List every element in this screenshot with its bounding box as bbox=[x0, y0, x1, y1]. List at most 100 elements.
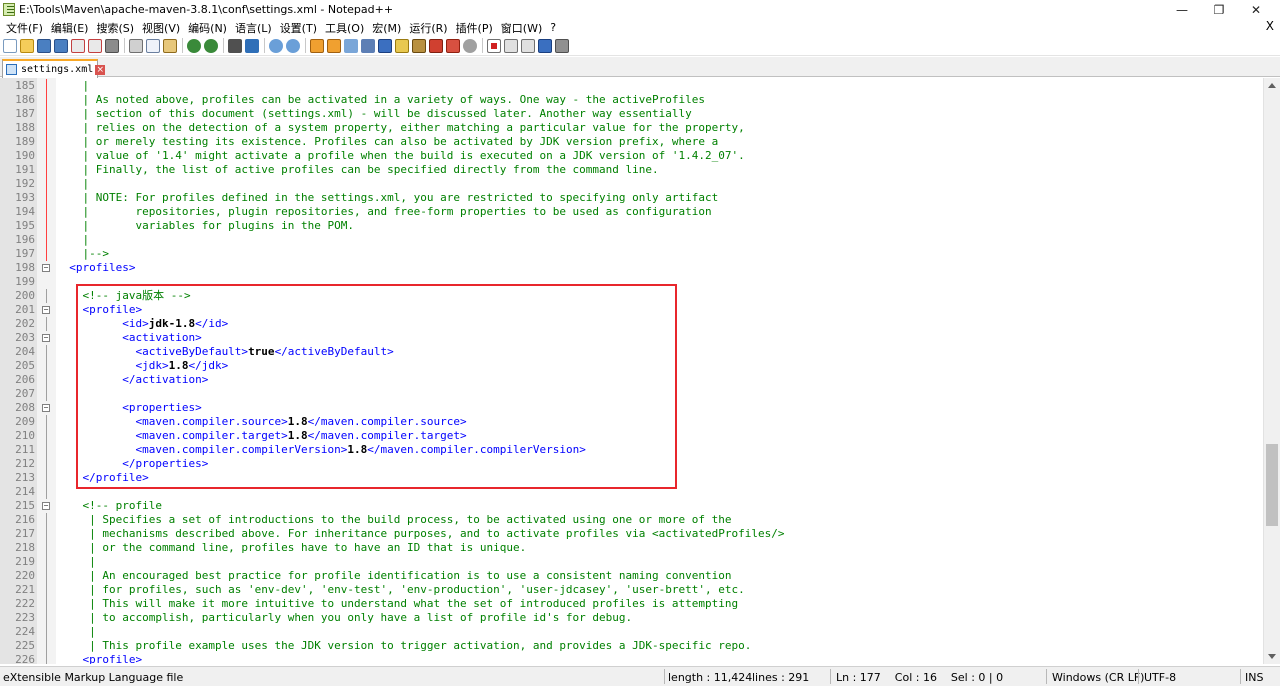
word-wrap-icon[interactable] bbox=[344, 38, 358, 53]
play-macro-icon[interactable] bbox=[521, 38, 535, 53]
code-line[interactable]: 222 | This will make it more intuitive t… bbox=[15, 597, 1263, 611]
code-line[interactable]: 215− <!-- profile bbox=[15, 499, 1263, 513]
fold-toggle-icon[interactable]: − bbox=[42, 264, 50, 272]
fold-toggle-icon[interactable]: − bbox=[42, 334, 50, 342]
replace-icon[interactable] bbox=[245, 38, 259, 53]
code-line[interactable]: 199 bbox=[15, 275, 1263, 289]
code-line[interactable]: 202 <id>jdk-1.8</id> bbox=[15, 317, 1263, 331]
open-file-icon[interactable] bbox=[20, 38, 34, 53]
fold-toggle-icon[interactable]: − bbox=[42, 306, 50, 314]
code-line[interactable]: 208− <properties> bbox=[15, 401, 1263, 415]
tab-close-icon[interactable]: × bbox=[95, 64, 106, 75]
paste-icon[interactable] bbox=[163, 38, 177, 53]
close-all-icon[interactable] bbox=[88, 38, 102, 53]
monitoring-icon[interactable] bbox=[446, 38, 460, 53]
menu-encoding[interactable]: 编码(N) bbox=[184, 20, 231, 36]
scrollbar-thumb[interactable] bbox=[1266, 444, 1278, 526]
code-line[interactable]: 198− <profiles> bbox=[15, 261, 1263, 275]
find-icon[interactable] bbox=[228, 38, 242, 53]
sync-horizontal-icon[interactable] bbox=[327, 38, 341, 53]
code-line[interactable]: 210 <maven.compiler.target>1.8</maven.co… bbox=[15, 429, 1263, 443]
code-line[interactable]: 188 | relies on the detection of a syste… bbox=[15, 121, 1263, 135]
code-line[interactable]: 195 | variables for plugins in the POM. bbox=[15, 219, 1263, 233]
code-line[interactable]: 192 | bbox=[15, 177, 1263, 191]
code-line[interactable]: 197 |--> bbox=[15, 247, 1263, 261]
code-line[interactable]: 223 | to accomplish, particularly when y… bbox=[15, 611, 1263, 625]
new-file-icon[interactable] bbox=[3, 38, 17, 53]
code-line[interactable]: 218 | or the command line, profiles have… bbox=[15, 541, 1263, 555]
code-line[interactable]: 205 <jdk>1.8</jdk> bbox=[15, 359, 1263, 373]
save-macro-icon[interactable] bbox=[555, 38, 569, 53]
sync-vertical-icon[interactable] bbox=[310, 38, 324, 53]
menu-file[interactable]: 文件(F) bbox=[2, 20, 47, 36]
code-line[interactable]: 209 <maven.compiler.source>1.8</maven.co… bbox=[15, 415, 1263, 429]
menu-run[interactable]: 运行(R) bbox=[405, 20, 451, 36]
record-macro-icon[interactable] bbox=[487, 38, 501, 53]
save-icon[interactable] bbox=[37, 38, 51, 53]
scroll-up-arrow-icon[interactable] bbox=[1268, 83, 1276, 88]
code-line[interactable]: 206 </activation> bbox=[15, 373, 1263, 387]
code-line[interactable]: 220 | An encouraged best practice for pr… bbox=[15, 569, 1263, 583]
menu-plugins[interactable]: 插件(P) bbox=[452, 20, 497, 36]
code-line[interactable]: 217 | mechanisms described above. For in… bbox=[15, 527, 1263, 541]
code-line[interactable]: 191 | Finally, the list of active profil… bbox=[15, 163, 1263, 177]
menu-edit[interactable]: 编辑(E) bbox=[47, 20, 93, 36]
close-window-button[interactable]: ✕ bbox=[1238, 0, 1274, 19]
scroll-down-arrow-icon[interactable] bbox=[1268, 654, 1276, 659]
close-icon[interactable] bbox=[71, 38, 85, 53]
status-encoding[interactable]: UTF-8 bbox=[1144, 671, 1176, 684]
minimize-button[interactable]: — bbox=[1164, 0, 1200, 19]
code-line[interactable]: 213 </profile> bbox=[15, 471, 1263, 485]
code-line[interactable]: 194 | repositories, plugin repositories,… bbox=[15, 205, 1263, 219]
doc-map-icon[interactable] bbox=[395, 38, 409, 53]
fold-toggle-icon[interactable]: − bbox=[42, 502, 50, 510]
folder-workspace-icon[interactable] bbox=[429, 38, 443, 53]
menu-search[interactable]: 搜索(S) bbox=[92, 20, 138, 36]
code-line[interactable]: 225 | This profile example uses the JDK … bbox=[15, 639, 1263, 653]
vertical-scrollbar[interactable] bbox=[1263, 78, 1280, 664]
code-line[interactable]: 214 bbox=[15, 485, 1263, 499]
tab-settings-xml[interactable]: settings.xml × bbox=[2, 59, 106, 78]
zoom-in-icon[interactable] bbox=[269, 38, 283, 53]
code-line[interactable]: 193 | NOTE: For profiles defined in the … bbox=[15, 191, 1263, 205]
code-line[interactable]: 189 | or merely testing its existence. P… bbox=[15, 135, 1263, 149]
close-document-button[interactable]: X bbox=[1266, 19, 1274, 33]
code-line[interactable]: 186 | As noted above, profiles can be ac… bbox=[15, 93, 1263, 107]
indent-guide-icon[interactable] bbox=[378, 38, 392, 53]
code-line[interactable]: 203− <activation> bbox=[15, 331, 1263, 345]
code-line[interactable]: 207 bbox=[15, 387, 1263, 401]
fold-toggle-icon[interactable]: − bbox=[42, 404, 50, 412]
cut-icon[interactable] bbox=[129, 38, 143, 53]
monitoring-eye-icon[interactable] bbox=[463, 38, 477, 53]
code-line[interactable]: 196 | bbox=[15, 233, 1263, 247]
show-all-chars-icon[interactable] bbox=[361, 38, 375, 53]
menu-language[interactable]: 语言(L) bbox=[231, 20, 276, 36]
code-line[interactable]: 211 <maven.compiler.compilerVersion>1.8<… bbox=[15, 443, 1263, 457]
code-line[interactable]: 185 | bbox=[15, 79, 1263, 93]
maximize-button[interactable]: ❐ bbox=[1201, 0, 1237, 19]
menu-window[interactable]: 窗口(W) bbox=[497, 20, 546, 36]
code-line[interactable]: 216 | Specifies a set of introductions t… bbox=[15, 513, 1263, 527]
copy-icon[interactable] bbox=[146, 38, 160, 53]
menu-view[interactable]: 视图(V) bbox=[138, 20, 184, 36]
function-list-icon[interactable] bbox=[412, 38, 426, 53]
run-macro-multiple-icon[interactable] bbox=[538, 38, 552, 53]
code-line[interactable]: 190 | value of '1.4' might activate a pr… bbox=[15, 149, 1263, 163]
code-line[interactable]: 212 </properties> bbox=[15, 457, 1263, 471]
save-all-icon[interactable] bbox=[54, 38, 68, 53]
print-icon[interactable] bbox=[105, 38, 119, 53]
menu-tools[interactable]: 工具(O) bbox=[321, 20, 368, 36]
menu-macro[interactable]: 宏(M) bbox=[368, 20, 405, 36]
menu-help[interactable]: ? bbox=[546, 21, 560, 34]
menu-settings[interactable]: 设置(T) bbox=[276, 20, 321, 36]
code-line[interactable]: 200 <!-- java版本 --> bbox=[15, 289, 1263, 303]
code-line[interactable]: 187 | section of this document (settings… bbox=[15, 107, 1263, 121]
code-line[interactable]: 201− <profile> bbox=[15, 303, 1263, 317]
redo-icon[interactable] bbox=[204, 38, 218, 53]
zoom-out-icon[interactable] bbox=[286, 38, 300, 53]
code-line[interactable]: 219 | bbox=[15, 555, 1263, 569]
code-line[interactable]: 226 <profile> bbox=[15, 653, 1263, 664]
stop-macro-icon[interactable] bbox=[504, 38, 518, 53]
code-line[interactable]: 204 <activeByDefault>true</activeByDefau… bbox=[15, 345, 1263, 359]
code-line[interactable]: 224 | bbox=[15, 625, 1263, 639]
